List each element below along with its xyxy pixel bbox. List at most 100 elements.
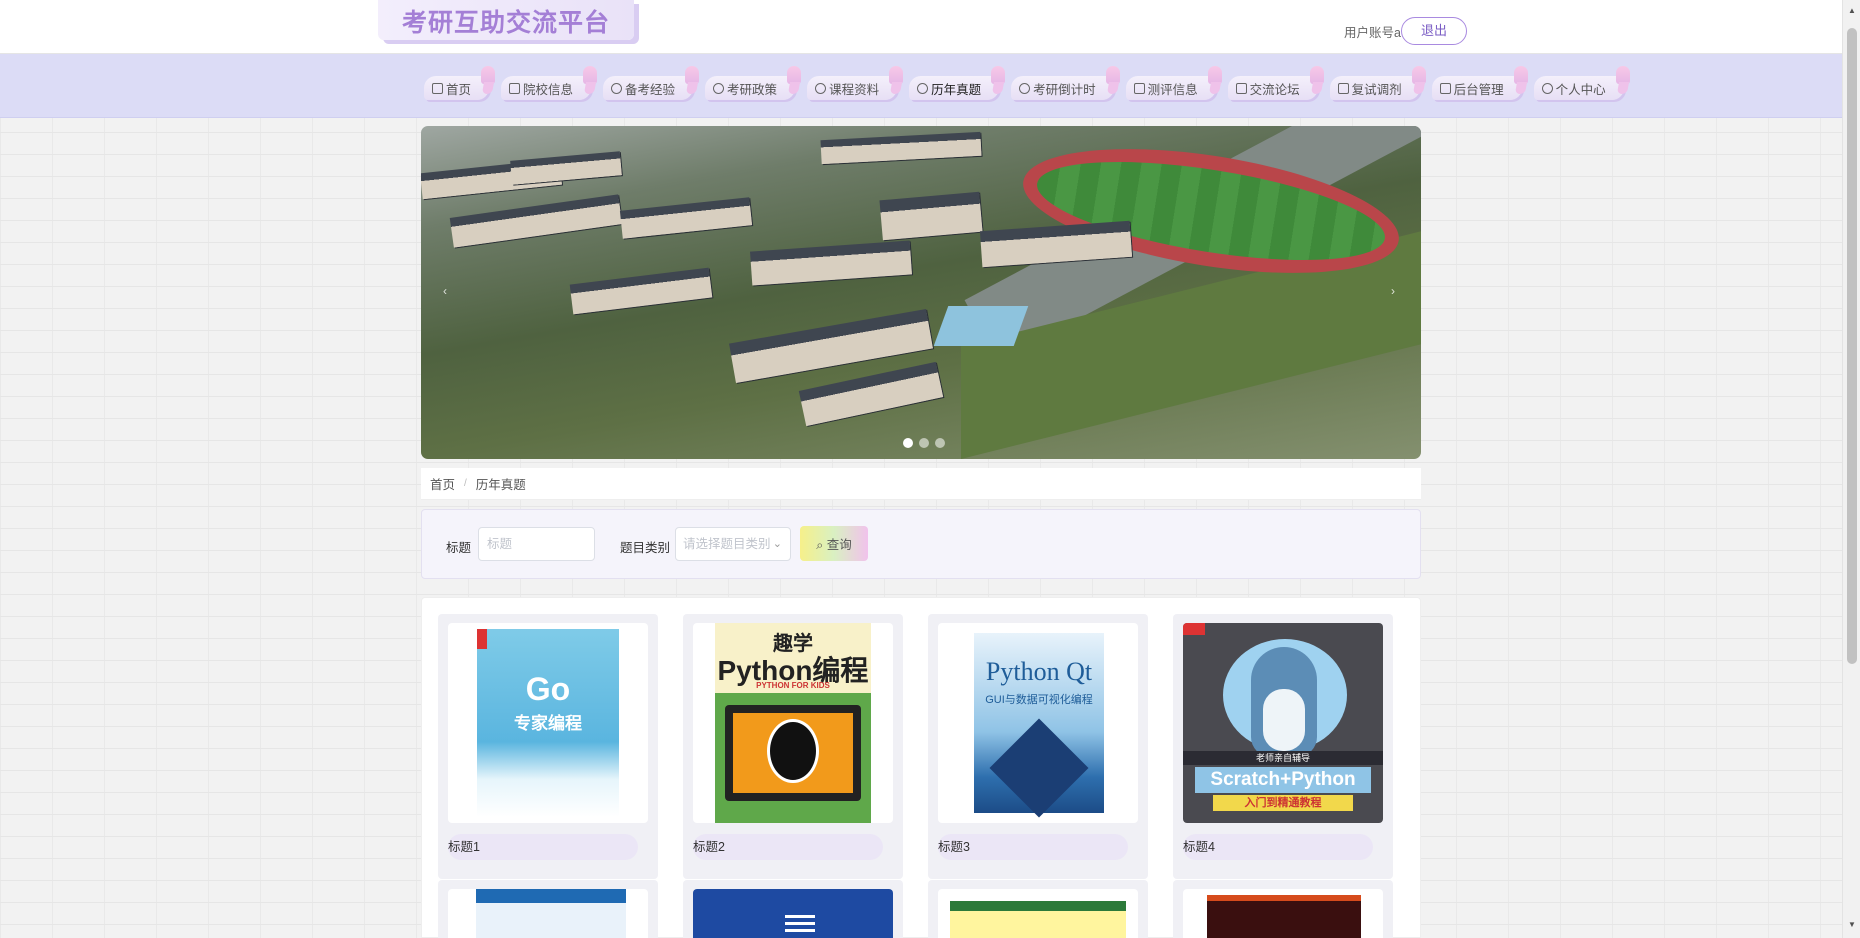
- cover-iceberg-art: [989, 718, 1089, 818]
- nav-item-home[interactable]: 首页: [424, 66, 496, 100]
- list-item[interactable]: 老师亲自辅导 Scratch+Python 入门到精通教程 标题4: [1173, 614, 1393, 879]
- query-button[interactable]: ⌕ 查询: [800, 526, 868, 561]
- book-cover-image[interactable]: 趣学 Python编程 PYTHON FOR KIDS: [693, 623, 893, 823]
- check-circle-icon: [1019, 82, 1031, 94]
- nav-pin-decoration: [1207, 66, 1222, 84]
- cover-red-tag: [477, 629, 487, 649]
- nav-item-admin[interactable]: 后台管理: [1431, 66, 1528, 100]
- book-cover-art: Python Qt GUI与数据可视化编程: [974, 633, 1104, 818]
- cover-shark-belly: [1263, 689, 1305, 751]
- home-icon: [432, 82, 443, 94]
- nav-item-countdown[interactable]: 考研倒计时: [1011, 66, 1120, 100]
- nav-item-label: 个人中心: [1555, 82, 1606, 97]
- nav-pin-decoration: [991, 66, 1006, 84]
- nav-pin-decoration: [1513, 66, 1528, 84]
- banner-building: [510, 151, 622, 185]
- book-cover-image[interactable]: 老师亲自辅导 Scratch+Python 入门到精通教程: [1183, 623, 1383, 823]
- book-cover-image[interactable]: Python Qt GUI与数据可视化编程: [938, 623, 1138, 823]
- nav-item-label: 测评信息: [1147, 82, 1198, 97]
- list-item[interactable]: 趣学 Python编程 PYTHON FOR KIDS 标题2: [683, 614, 903, 879]
- book-cover-image[interactable]: [1183, 889, 1383, 938]
- nav-item-experience[interactable]: 备考经验: [603, 66, 700, 100]
- nav-item-profile[interactable]: 个人中心: [1533, 66, 1630, 100]
- book-cover-art: Go 专家编程: [477, 629, 619, 817]
- nav-pin-decoration: [1615, 66, 1630, 84]
- top-header: 考研互助交流平台 用户账号a 退出: [0, 0, 1842, 54]
- banner-building: [820, 131, 982, 165]
- nav-pin-decoration: [685, 66, 700, 84]
- nav-item-label: 院校信息: [523, 82, 574, 97]
- nav-item-assessment[interactable]: 测评信息: [1125, 66, 1222, 100]
- nav-pin-decoration: [1411, 66, 1426, 84]
- book-cover-art: 趣学 Python编程 PYTHON FOR KIDS: [715, 623, 871, 823]
- nav-item-label: 复试调剂: [1351, 82, 1402, 97]
- book-cover-image[interactable]: [938, 889, 1138, 938]
- list-item[interactable]: [683, 880, 903, 938]
- nav-pin-decoration: [787, 66, 802, 84]
- cover-red-badge: [1183, 623, 1205, 635]
- cover-main-text: Python Qt: [985, 657, 1093, 686]
- banner-pool-shape: [933, 306, 1029, 346]
- nav-item-schools[interactable]: 院校信息: [501, 66, 598, 100]
- list-item[interactable]: [928, 880, 1148, 938]
- nav-item-label: 备考经验: [625, 82, 676, 97]
- video-icon: [1337, 82, 1349, 94]
- carousel-dot[interactable]: [919, 438, 929, 448]
- book-cover-image[interactable]: [448, 889, 648, 938]
- nav-item-label: 考研倒计时: [1033, 82, 1096, 97]
- book-cover-art: 老师亲自辅导 Scratch+Python 入门到精通教程: [1183, 623, 1383, 823]
- banner-building: [750, 240, 912, 286]
- title-search-input[interactable]: [478, 527, 595, 561]
- list-item[interactable]: [438, 880, 658, 938]
- cover-monitor-art: [725, 705, 861, 801]
- question-icon: [713, 82, 725, 94]
- logout-button[interactable]: 退出: [1400, 17, 1467, 45]
- cover-main-text: Scratch+Python: [1195, 767, 1371, 793]
- nav-item-label: 课程资料: [829, 82, 880, 97]
- breadcrumb-home[interactable]: 首页: [430, 474, 455, 493]
- nav-item-label: 考研政策: [727, 82, 778, 97]
- list-item-title[interactable]: 标题2: [693, 834, 883, 860]
- banner-building: [798, 361, 944, 427]
- list-item-title[interactable]: 标题3: [938, 834, 1128, 860]
- nav-item-policy[interactable]: 考研政策: [705, 66, 802, 100]
- carousel-dot[interactable]: [935, 438, 945, 448]
- nav-pin-decoration: [1309, 66, 1324, 84]
- camera-icon: [1133, 82, 1145, 94]
- list-item[interactable]: [1173, 880, 1393, 938]
- list-item-title[interactable]: 标题4: [1183, 834, 1373, 860]
- scroll-up-arrow-icon[interactable]: ▲: [1843, 6, 1860, 15]
- title-filter-label: 标题: [446, 541, 472, 555]
- list-item[interactable]: Go 专家编程 标题1: [438, 614, 658, 879]
- info-icon: [611, 82, 623, 94]
- category-filter-label: 题目类别: [620, 541, 671, 555]
- breadcrumb: 首页 / 历年真题: [421, 468, 1421, 500]
- brand-title: 考研互助交流平台: [378, 0, 634, 40]
- query-button-label: 查询: [826, 538, 852, 552]
- banner-carousel[interactable]: ‹ ›: [421, 126, 1421, 459]
- book-cover-image[interactable]: Go 专家编程: [448, 623, 648, 823]
- nav-item-label: 历年真题: [931, 82, 982, 97]
- list-item[interactable]: Python Qt GUI与数据可视化编程 标题3: [928, 614, 1148, 879]
- cover-sub-text: 专家编程: [514, 714, 582, 733]
- info-icon: [815, 82, 827, 94]
- page-scrollbar[interactable]: ▲ ▼: [1842, 0, 1860, 938]
- book-cover-image[interactable]: [693, 889, 893, 938]
- category-select[interactable]: 请选择题目类别 ⌄: [675, 527, 791, 561]
- nav-item-adjustment[interactable]: 复试调剂: [1329, 66, 1426, 100]
- list-item-title[interactable]: 标题1: [448, 834, 638, 860]
- nav-item-past-exams[interactable]: 历年真题: [909, 66, 1006, 100]
- past-exam-list: Go 专家编程 标题1 趣学 Python编程 PYTHON FOR KIDS …: [421, 597, 1421, 938]
- cover-main-text: Go: [525, 671, 571, 707]
- nav-item-materials[interactable]: 课程资料: [807, 66, 904, 100]
- scrollbar-thumb[interactable]: [1847, 28, 1857, 664]
- carousel-dot[interactable]: [903, 438, 913, 448]
- cover-tag-text: 老师亲自辅导: [1183, 751, 1383, 765]
- book-cover-art: [1207, 895, 1361, 938]
- scroll-down-arrow-icon[interactable]: ▼: [1843, 920, 1860, 929]
- nav-item-label: 后台管理: [1453, 82, 1504, 97]
- book-cover-art: [476, 889, 626, 938]
- chevron-right-icon[interactable]: ›: [1391, 284, 1395, 298]
- chevron-left-icon[interactable]: ‹: [443, 284, 447, 298]
- nav-item-forum[interactable]: 交流论坛: [1227, 66, 1324, 100]
